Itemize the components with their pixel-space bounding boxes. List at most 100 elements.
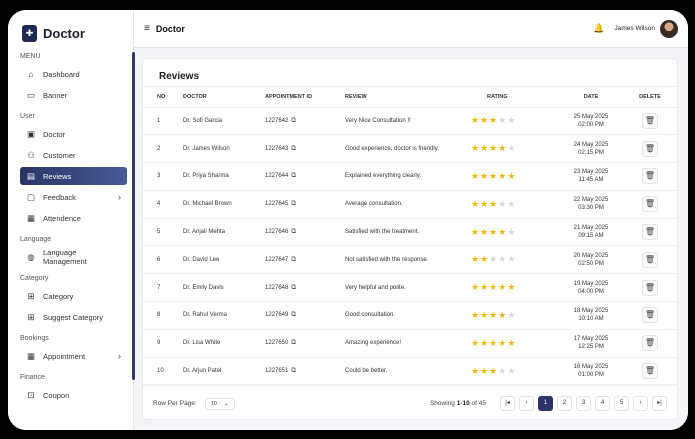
brand[interactable]: ✚ Doctor	[8, 22, 133, 44]
table-footer: Row Per Page: 10 ⌄ Showing 1-10 of 45 |◂…	[143, 385, 677, 419]
star-icon: ★	[471, 309, 480, 320]
star-icon: ★	[489, 365, 498, 376]
menu-icon[interactable]: ≡	[144, 23, 150, 34]
cell-appointment-id: 1227649 ⧉	[265, 301, 345, 330]
sidebar-item-feedback[interactable]: ▢ Feedback ›	[20, 188, 127, 206]
copy-icon[interactable]: ⧉	[291, 367, 296, 375]
delete-button[interactable]: 🗑	[642, 140, 658, 157]
cell-doctor: Dr. Priya Sharma	[183, 162, 265, 191]
page-button-5[interactable]: 5	[614, 396, 629, 412]
page-button-3[interactable]: 3	[576, 396, 591, 412]
reviews-card: Reviews NO DOCTOR APPOINTMENT ID REVIEW …	[142, 58, 678, 420]
sidebar-item-appointment[interactable]: ▦ Appointment ›	[20, 347, 127, 365]
star-icon: ★	[507, 198, 516, 209]
page-button-2[interactable]: 2	[557, 396, 572, 412]
copy-icon[interactable]: ⧉	[291, 284, 296, 292]
appointment-id: 1227649	[265, 312, 289, 319]
delete-button[interactable]: 🗑	[642, 224, 658, 241]
star-icon: ★	[507, 254, 516, 265]
cell-doctor: Dr. Michael Brown	[183, 190, 265, 219]
prev-page-button[interactable]: ‹	[519, 396, 534, 412]
table-row: 7 Dr. Emily Davis 1227648 ⧉ Very helpful …	[143, 273, 677, 303]
star-icon: ★	[471, 337, 480, 348]
cell-appointment-id: 1227642 ⧉	[265, 107, 345, 136]
star-rating: ★ ★ ★ ★ ★	[471, 198, 516, 209]
review-time: 02:15 PM	[578, 149, 604, 156]
sidebar-item-dashboard[interactable]: ⌂ Dashboard	[20, 65, 127, 83]
copy-icon[interactable]: ⧉	[291, 228, 296, 236]
user-name[interactable]: James Wilson	[615, 25, 655, 32]
copy-icon[interactable]: ⧉	[291, 117, 296, 125]
showing-text: Showing 1-10 of 45	[430, 400, 486, 407]
sidebar-item-customer[interactable]: ⚇ Customer	[20, 146, 127, 164]
star-icon: ★	[489, 309, 498, 320]
star-icon: ★	[480, 226, 489, 237]
sidebar-item-coupon[interactable]: ⊡ Coupon	[20, 386, 127, 404]
cell-no: 1	[143, 107, 183, 136]
sidebar-scrollbar[interactable]	[132, 52, 135, 380]
sidebar-item-reviews[interactable]: ▤ Reviews	[20, 167, 127, 185]
bell-icon[interactable]: 🔔	[593, 23, 604, 34]
star-icon: ★	[489, 143, 498, 154]
star-icon: ★	[507, 365, 516, 376]
sidebar-item-label: Doctor	[43, 129, 66, 139]
delete-button[interactable]: 🗑	[642, 279, 658, 296]
delete-button[interactable]: 🗑	[642, 196, 658, 213]
star-icon: ★	[471, 282, 480, 293]
trash-icon: 🗑	[644, 171, 656, 181]
cell-delete: 🗑	[627, 162, 677, 191]
cell-appointment-id: 1227650 ⧉	[265, 329, 345, 358]
star-rating: ★ ★ ★ ★ ★	[471, 365, 516, 376]
review-date: 20 May 2025	[573, 252, 609, 259]
sidebar-item-suggest-category[interactable]: ⊞ Suggest Category	[20, 308, 127, 326]
delete-button[interactable]: 🗑	[642, 251, 658, 268]
rows-per-page-select[interactable]: 10 ⌄	[204, 397, 235, 410]
sidebar-section-label: User	[20, 113, 35, 120]
review-date: 19 May 2025	[573, 280, 609, 287]
sidebar-item-category[interactable]: ⊞ Category	[20, 287, 127, 305]
copy-icon[interactable]: ⧉	[291, 311, 296, 319]
cell-rating: ★ ★ ★ ★ ★	[471, 245, 555, 275]
cell-rating: ★ ★ ★ ★ ★	[471, 162, 555, 191]
cell-delete: 🗑	[627, 273, 677, 303]
star-icon: ★	[507, 337, 516, 348]
copy-icon[interactable]: ⧉	[291, 145, 296, 153]
delete-button[interactable]: 🗑	[642, 335, 658, 352]
cell-review: Not satisfied with the response.	[345, 245, 471, 275]
sidebar-item-label: Suggest Category	[43, 312, 104, 322]
review-time: 03:30 PM	[578, 205, 604, 212]
delete-button[interactable]: 🗑	[642, 112, 658, 129]
next-page-button[interactable]: ›	[633, 396, 648, 412]
sidebar-item-language-management[interactable]: ◍ Language Management	[20, 248, 127, 266]
last-page-button[interactable]: ▸|	[652, 396, 667, 412]
cell-date: 20 May 2025 02:50 PM	[555, 245, 627, 275]
star-icon: ★	[480, 309, 489, 320]
sidebar-item-attendence[interactable]: ▦ Attendence	[20, 209, 127, 227]
trash-icon: 🗑	[644, 143, 656, 153]
copy-icon[interactable]: ⧉	[291, 339, 296, 347]
trash-icon: 🗑	[644, 254, 656, 264]
sidebar-item-banner[interactable]: ▭ Banner	[20, 86, 127, 104]
first-page-button[interactable]: |◂	[500, 396, 515, 412]
cell-review: Explained everything clearly.	[345, 162, 471, 191]
star-icon: ★	[498, 254, 507, 265]
avatar[interactable]	[660, 19, 678, 38]
reviews-icon: ▤	[26, 170, 36, 181]
star-icon: ★	[489, 170, 498, 181]
delete-button[interactable]: 🗑	[642, 307, 658, 324]
copy-icon[interactable]: ⧉	[291, 256, 296, 264]
page-button-4[interactable]: 4	[595, 396, 610, 412]
page-button-1[interactable]: 1	[538, 396, 553, 412]
copy-icon[interactable]: ⧉	[291, 200, 296, 208]
cell-no: 10	[143, 357, 183, 386]
cell-review: Good experience, doctor is friendly.	[345, 134, 471, 164]
col-rating: RATING	[471, 87, 555, 108]
star-rating: ★ ★ ★ ★ ★	[471, 309, 515, 320]
sidebar-item-doctor[interactable]: ▣ Doctor	[20, 125, 127, 143]
copy-icon[interactable]: ⧉	[291, 172, 296, 180]
cell-doctor: Dr. Emily Davis	[183, 273, 265, 303]
col-no: NO	[143, 87, 183, 108]
cell-doctor: Dr. Rahul Verma	[183, 301, 265, 330]
delete-button[interactable]: 🗑	[642, 168, 658, 185]
delete-button[interactable]: 🗑	[642, 363, 658, 380]
